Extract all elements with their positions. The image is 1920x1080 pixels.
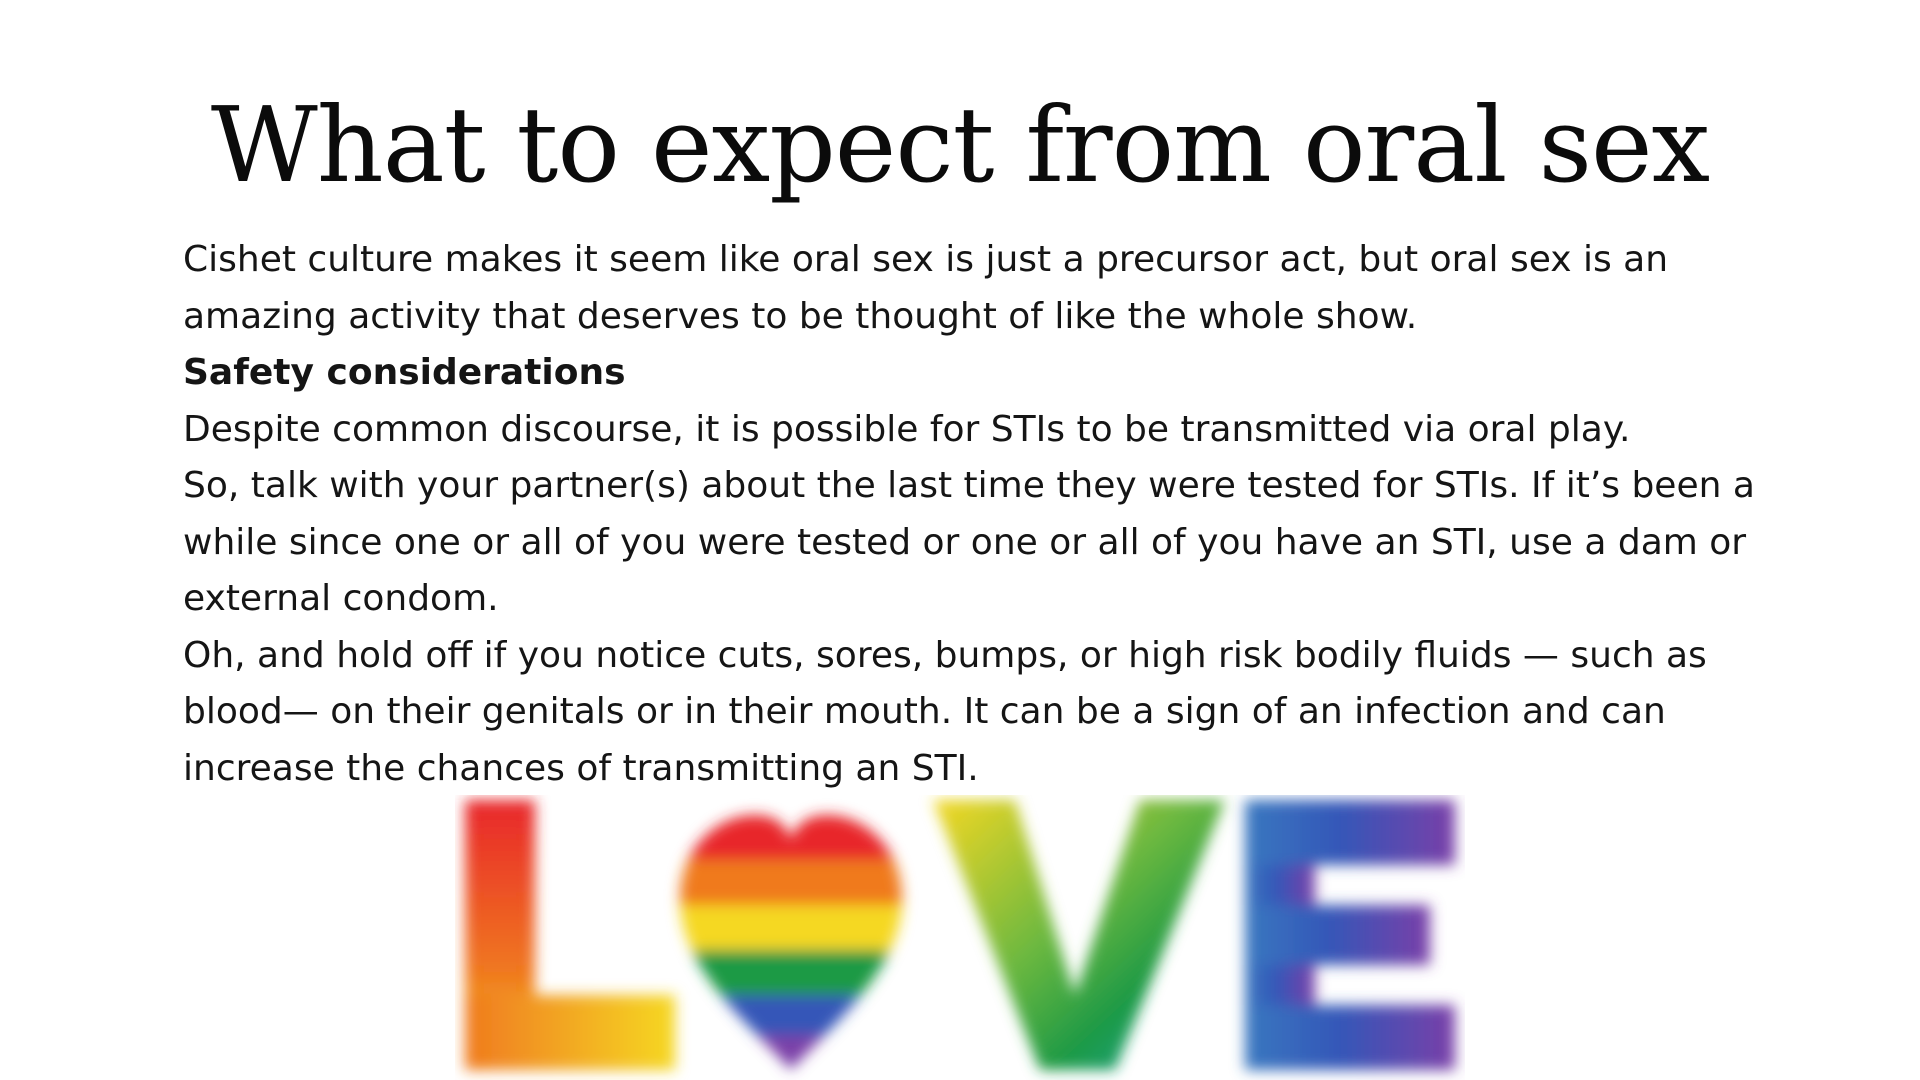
safety-paragraph-3: Oh, and hold off if you notice cuts, sor… [183, 634, 1707, 789]
letter-e [1245, 800, 1455, 1070]
slide: What to expect from oral sex Cishet cult… [0, 0, 1920, 1080]
safety-paragraph-1: Despite common discourse, it is possible… [183, 408, 1631, 450]
love-logo [465, 800, 1455, 1070]
letter-l [465, 800, 675, 1070]
safety-paragraph-2: So, talk with your partner(s) about the … [183, 465, 1755, 619]
safety-heading: Safety considerations [183, 352, 626, 393]
intro-paragraph: Cishet culture makes it seem like oral s… [183, 239, 1669, 337]
slide-title: What to expect from oral sex [210, 84, 1710, 206]
love-graphic [455, 795, 1465, 1080]
letter-v [933, 800, 1225, 1070]
slide-body: Cishet culture makes it seem like oral s… [183, 232, 1783, 797]
rainbow-heart-icon [680, 815, 902, 1070]
